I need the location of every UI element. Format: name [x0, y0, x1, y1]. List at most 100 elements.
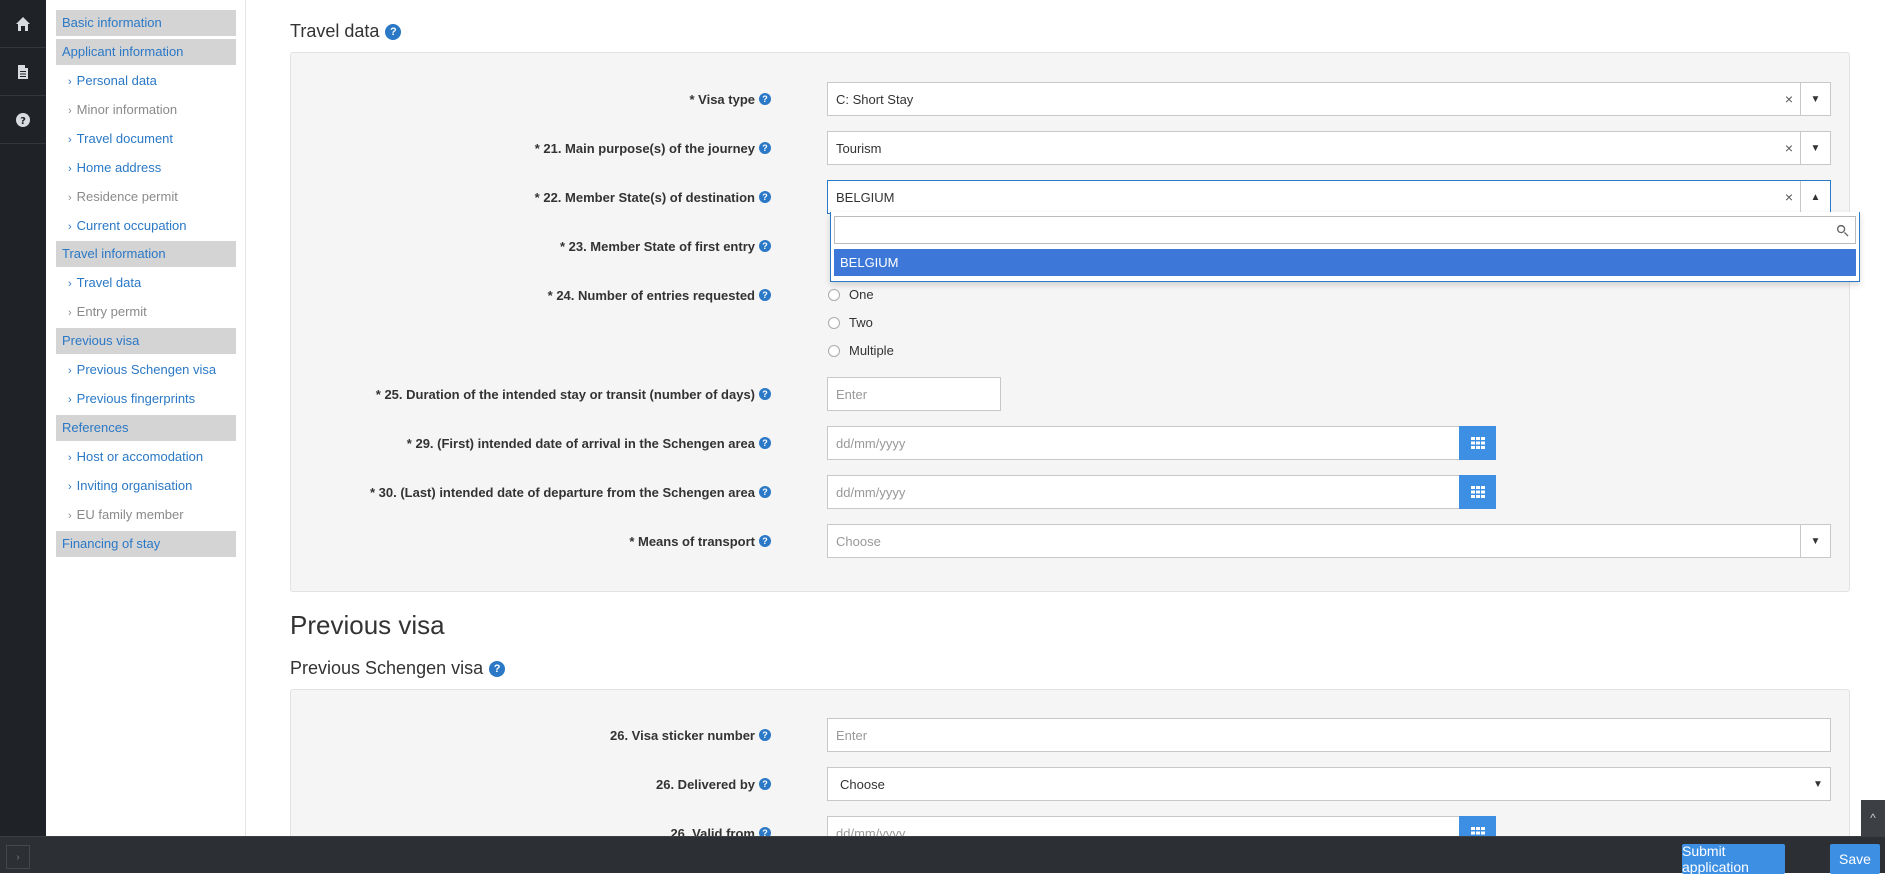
chevron-up-icon: ^: [1870, 811, 1876, 825]
nav-item-travel-data[interactable]: › Travel data: [68, 270, 141, 296]
delivered-by-label: 26. Delivered by?: [246, 774, 771, 794]
nav-group-references[interactable]: References: [56, 415, 236, 441]
submit-application-button[interactable]: Submit application: [1682, 843, 1785, 875]
help-icon[interactable]: ?: [759, 289, 771, 301]
help-icon[interactable]: ?: [489, 660, 506, 677]
nav-item-label: Host or accomodation: [76, 449, 204, 464]
nav-item-label: Previous fingerprints: [76, 391, 196, 406]
nav-item-home-address[interactable]: › Home address: [68, 155, 161, 181]
entries-radio-one[interactable]: One: [828, 287, 874, 302]
nav-item-inviting-organisation[interactable]: › Inviting organisation: [68, 473, 192, 499]
scroll-top-button[interactable]: ^: [1861, 800, 1885, 836]
previous-visa-heading: Previous visa: [290, 610, 445, 640]
radio-circle[interactable]: [828, 316, 840, 329]
nav-item-label: Minor information: [76, 102, 178, 117]
radio-circle[interactable]: [828, 344, 840, 357]
purpose-select[interactable]: Tourism × ▼: [827, 131, 1831, 165]
chevron-down-icon[interactable]: ▼: [1800, 132, 1830, 164]
search-icon: [1836, 224, 1849, 237]
nav-group-previous-visa[interactable]: Previous visa: [56, 328, 236, 354]
entries-radio-multiple[interactable]: Multiple: [828, 343, 894, 358]
nav-item-minor-information: › Minor information: [68, 97, 177, 123]
nav-item-entry-permit: › Entry permit: [68, 299, 147, 325]
arrival-calendar-button[interactable]: [1459, 426, 1496, 460]
transport-select[interactable]: Choose ▼: [827, 524, 1831, 558]
help-icon[interactable]: ?: [759, 93, 771, 105]
label-text: * Means of transport: [629, 533, 755, 549]
destination-label: * 22. Member State(s) of destination?: [246, 187, 771, 207]
visa-type-label: * Visa type?: [246, 89, 771, 109]
home-button[interactable]: [0, 0, 46, 48]
valid-from-label: 26. Valid from?: [246, 823, 771, 836]
valid-from-calendar-button[interactable]: [1459, 816, 1496, 836]
nav-group-basic-information[interactable]: Basic information: [56, 10, 236, 36]
label-text: 26. Delivered by: [656, 776, 755, 792]
help-icon[interactable]: ?: [759, 729, 771, 741]
help-icon[interactable]: ?: [759, 388, 771, 400]
departure-date-input[interactable]: dd/mm/yyyy: [827, 475, 1460, 509]
document-button[interactable]: [0, 48, 46, 96]
visa-type-select[interactable]: C: Short Stay × ▼: [827, 82, 1831, 116]
chevron-right-icon: ›: [68, 221, 72, 233]
nav-item-current-occupation[interactable]: › Current occupation: [68, 213, 187, 239]
dropdown-search-input[interactable]: [834, 216, 1856, 244]
sidebar-toggle-button[interactable]: ›: [6, 845, 30, 869]
select-placeholder: Choose: [836, 533, 881, 549]
input-placeholder: Enter: [836, 727, 868, 743]
label-text: * 25. Duration of the intended stay or t…: [375, 386, 755, 402]
radio-label: Multiple: [849, 343, 894, 358]
input-placeholder: dd/mm/yyyy: [836, 435, 906, 451]
help-icon[interactable]: ?: [759, 240, 771, 252]
chevron-right-icon: ›: [68, 192, 72, 204]
save-button[interactable]: Save: [1830, 844, 1880, 874]
radio-circle[interactable]: [828, 288, 840, 301]
chevron-right-icon: ›: [68, 134, 72, 146]
help-button[interactable]: ?: [0, 96, 46, 144]
help-icon[interactable]: ?: [759, 437, 771, 449]
arrival-date-input[interactable]: dd/mm/yyyy: [827, 426, 1460, 460]
nav-item-personal-data[interactable]: › Personal data: [68, 68, 157, 94]
chevron-down-icon[interactable]: ▼: [1800, 83, 1830, 115]
section-title-text: Previous Schengen visa: [290, 658, 484, 678]
chevron-right-icon: ›: [68, 307, 72, 319]
nav-item-residence-permit: › Residence permit: [68, 184, 178, 210]
help-icon[interactable]: ?: [759, 486, 771, 498]
clear-icon[interactable]: ×: [1778, 189, 1800, 205]
previous-schengen-visa-title: Previous Schengen visa ?: [290, 658, 506, 679]
help-icon[interactable]: ?: [759, 778, 771, 790]
clear-icon[interactable]: ×: [1778, 140, 1800, 156]
select-value: C: Short Stay: [836, 91, 914, 107]
entries-radio-two[interactable]: Two: [828, 315, 873, 330]
chevron-down-icon[interactable]: ▼: [1800, 525, 1830, 557]
clear-icon[interactable]: ×: [1778, 91, 1800, 107]
nav-group-travel-information[interactable]: Travel information: [56, 241, 236, 267]
icon-rail: ?: [0, 0, 46, 873]
sticker-number-input[interactable]: Enter: [827, 718, 1831, 752]
nav-group-applicant-information[interactable]: Applicant information: [56, 39, 236, 65]
label-text: * 23. Member State of first entry: [559, 238, 755, 254]
nav-group-financing-of-stay[interactable]: Financing of stay: [56, 531, 236, 557]
nav-item-previous-schengen-visa[interactable]: › Previous Schengen visa: [68, 357, 216, 383]
radio-label: Two: [849, 315, 873, 330]
first-entry-label: * 23. Member State of first entry?: [246, 236, 771, 256]
nav-item-host-or-accomodation[interactable]: › Host or accomodation: [68, 444, 203, 470]
input-placeholder: dd/mm/yyyy: [836, 484, 906, 500]
departure-calendar-button[interactable]: [1459, 475, 1496, 509]
help-icon[interactable]: ?: [759, 191, 771, 203]
delivered-by-select[interactable]: Choose ▼: [827, 767, 1831, 801]
nav-item-previous-fingerprints[interactable]: › Previous fingerprints: [68, 386, 195, 412]
help-icon[interactable]: ?: [759, 142, 771, 154]
label-text: * 30. (Last) intended date of departure …: [369, 484, 755, 500]
nav-item-label: Travel data: [76, 275, 142, 290]
help-icon[interactable]: ?: [385, 23, 402, 40]
help-icon[interactable]: ?: [759, 827, 771, 836]
dropdown-option-belgium[interactable]: BELGIUM: [834, 249, 1856, 276]
chevron-down-icon[interactable]: ▼: [1806, 779, 1830, 790]
help-icon[interactable]: ?: [759, 535, 771, 547]
valid-from-input[interactable]: dd/mm/yyyy: [827, 816, 1460, 836]
chevron-up-icon[interactable]: ▲: [1800, 181, 1830, 213]
purpose-label: * 21. Main purpose(s) of the journey?: [246, 138, 771, 158]
nav-item-travel-document[interactable]: › Travel document: [68, 126, 173, 152]
duration-input[interactable]: Enter: [827, 377, 1001, 411]
destination-select[interactable]: BELGIUM × ▲: [827, 180, 1831, 214]
